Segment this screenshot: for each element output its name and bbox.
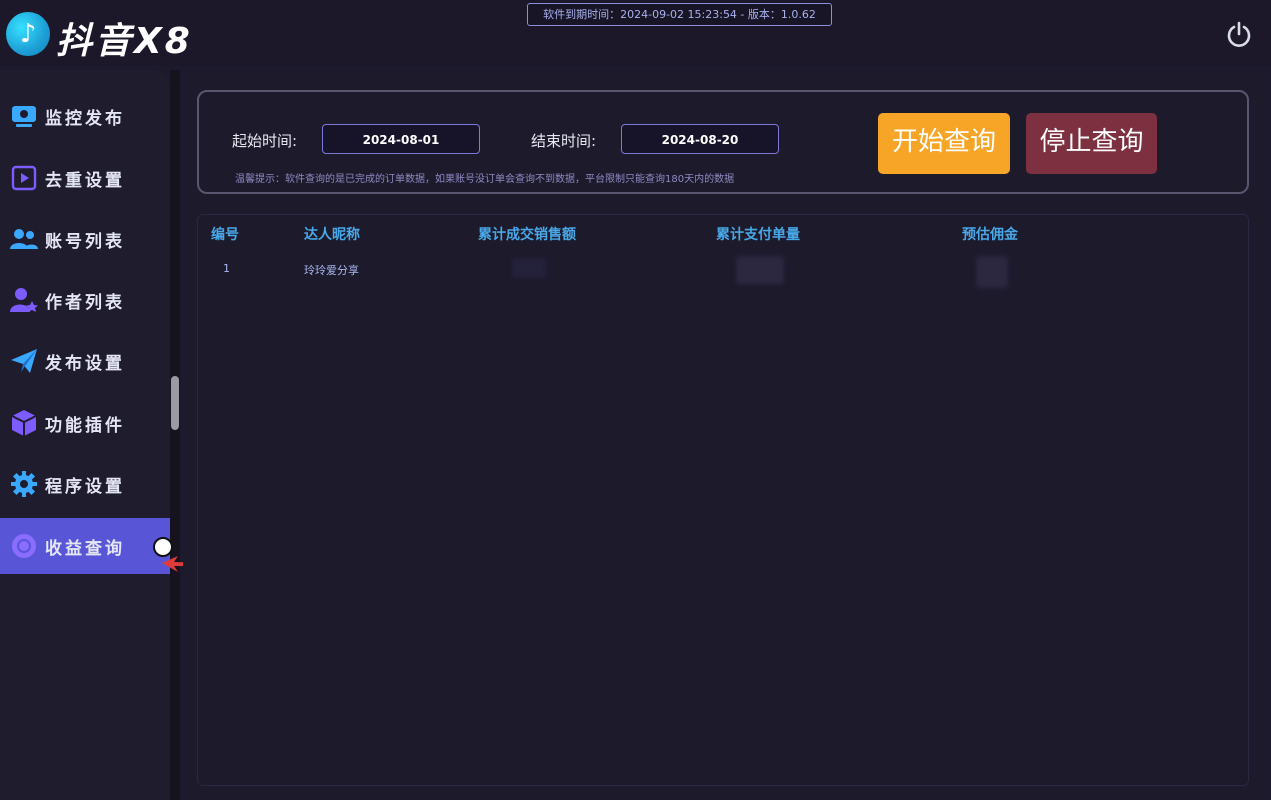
column-header-sales: 累计成交销售额 xyxy=(478,227,576,243)
stop-query-button[interactable]: 停止查询 xyxy=(1026,113,1157,174)
send-icon xyxy=(9,346,39,376)
sidebar-item-label: 账号列表 xyxy=(45,231,125,252)
start-date-input[interactable]: 2024-08-01 xyxy=(322,124,480,154)
tip-text: 温馨提示：软件查询的是已完成的订单数据，如果账号没订单会查询不到数据，平台限制只… xyxy=(235,174,735,185)
coin-icon xyxy=(9,531,39,561)
sidebar-item-publish-settings[interactable]: 发布设置 xyxy=(0,333,170,389)
table-cell-id: 1 xyxy=(223,262,230,275)
sidebar-item-plugins[interactable]: 功能插件 xyxy=(0,395,170,451)
sidebar-item-label: 去重设置 xyxy=(45,170,125,191)
app-title: 抖音X8 xyxy=(56,21,193,62)
sidebar-item-label: 程序设置 xyxy=(45,476,125,497)
sidebar-item-label: 监控发布 xyxy=(45,108,125,129)
start-time-label: 起始时间: xyxy=(232,132,298,150)
active-indicator-dot xyxy=(153,537,173,557)
table-cell-sales-blurred xyxy=(512,258,546,278)
sidebar-item-dedupe-settings[interactable]: 去重设置 xyxy=(0,150,170,206)
expire-info-badge: 软件到期时间：2024-09-02 15:23:54 - 版本：1.0.62 xyxy=(527,3,832,26)
sidebar-item-monitor-publish[interactable]: 监控发布 xyxy=(0,88,170,144)
sidebar-item-author-list[interactable]: 作者列表 xyxy=(0,272,170,328)
tiktok-logo-icon: ♪ xyxy=(6,12,50,56)
cube-icon xyxy=(9,408,39,438)
users-icon xyxy=(9,224,39,254)
monitor-icon xyxy=(9,101,39,131)
end-time-label: 结束时间: xyxy=(531,132,597,150)
start-query-button[interactable]: 开始查询 xyxy=(878,113,1010,174)
earnings-table xyxy=(197,214,1249,786)
user-star-icon xyxy=(9,285,39,315)
sidebar-item-label: 作者列表 xyxy=(45,292,125,313)
sidebar-item-earnings-query[interactable]: 收益查询 xyxy=(0,518,173,574)
sidebar-item-account-list[interactable]: 账号列表 xyxy=(0,211,170,267)
column-header-commission: 预估佣金 xyxy=(962,227,1018,243)
column-header-orders: 累计支付单量 xyxy=(716,227,800,243)
app-header: ♪ 抖音X8 软件到期时间：2024-09-02 15:23:54 - 版本：1… xyxy=(0,0,1271,66)
column-header-nickname: 达人昵称 xyxy=(304,227,360,243)
sidebar-item-label: 发布设置 xyxy=(45,353,125,374)
sidebar-scrollbar[interactable] xyxy=(170,70,180,800)
sidebar-item-label: 收益查询 xyxy=(45,538,125,559)
end-date-input[interactable]: 2024-08-20 xyxy=(621,124,779,154)
sidebar-item-label: 功能插件 xyxy=(45,415,125,436)
table-cell-commission-blurred xyxy=(976,256,1008,288)
power-icon[interactable] xyxy=(1224,20,1254,50)
column-header-id: 编号 xyxy=(211,227,239,243)
gear-icon xyxy=(9,469,39,499)
video-edit-icon xyxy=(9,163,39,193)
sidebar-item-program-settings[interactable]: 程序设置 xyxy=(0,456,170,512)
table-cell-orders-blurred xyxy=(736,256,784,284)
sidebar-scrollbar-thumb[interactable] xyxy=(171,376,179,430)
table-cell-nickname: 玲玲爱分享 xyxy=(304,264,359,277)
